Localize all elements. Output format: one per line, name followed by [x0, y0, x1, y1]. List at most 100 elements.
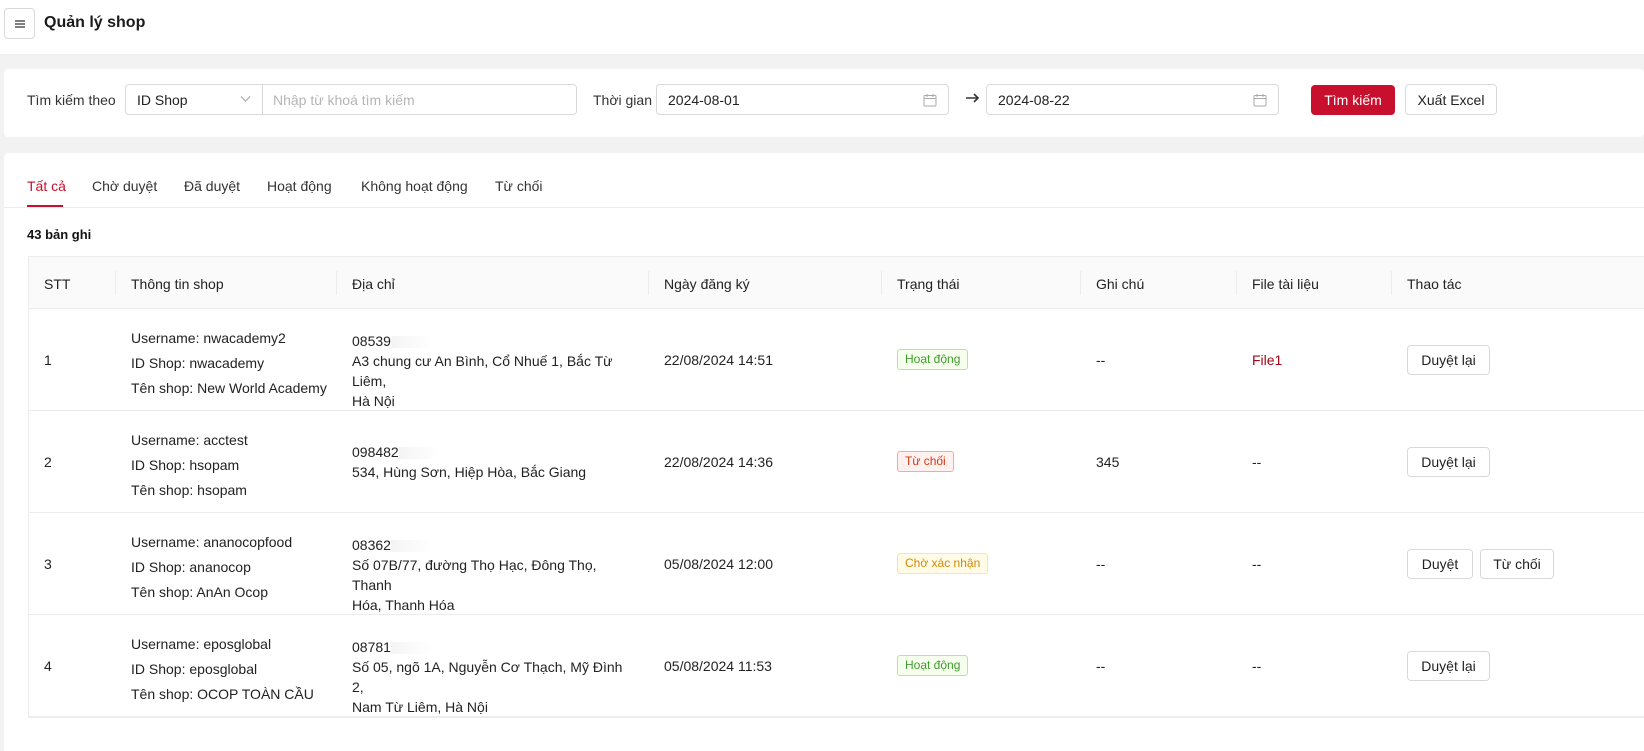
column-header: Thao tác — [1407, 276, 1462, 292]
top-bar: Quản lý shop — [0, 0, 1644, 55]
shop-username: Username: acctest — [131, 432, 248, 448]
document-file: -- — [1252, 556, 1262, 572]
shop-phone: 08362 — [352, 537, 391, 553]
tab-approved[interactable]: Đã duyệt — [184, 178, 240, 194]
redacted-phone — [398, 447, 439, 460]
shop-id: ID Shop: ananocop — [131, 559, 251, 575]
export-excel-button[interactable]: Xuất Excel — [1405, 84, 1497, 115]
tab-rejected[interactable]: Từ chối — [495, 178, 543, 194]
column-divider — [648, 271, 649, 295]
search-by-value: ID Shop — [137, 92, 188, 108]
column-divider — [881, 271, 882, 295]
row-index: 2 — [44, 454, 52, 470]
address-line: 534, Hùng Sơn, Hiệp Hòa, Bắc Giang — [352, 464, 587, 480]
row-index: 4 — [44, 658, 52, 674]
menu-icon — [14, 19, 25, 28]
table-row: 2 Username: acctest ID Shop: hsopam Tên … — [29, 411, 1644, 513]
address-line: Số 07B/77, đường Thọ Hạc, Đông Thọ, Than… — [352, 557, 597, 593]
note: -- — [1096, 658, 1106, 674]
date-from-value: 2024-08-01 — [668, 92, 740, 108]
arrow-right-icon — [966, 93, 980, 103]
date-to-picker[interactable]: 2024-08-22 — [986, 84, 1279, 115]
date-from-picker[interactable]: 2024-08-01 — [656, 84, 949, 115]
status-badge: Chờ xác nhận — [897, 553, 989, 574]
tab-active[interactable]: Hoạt động — [267, 178, 332, 194]
shop-info: Username: eposglobal ID Shop: eposglobal… — [131, 632, 314, 707]
shop-id: ID Shop: eposglobal — [131, 661, 258, 677]
status-badge: Hoạt động — [897, 655, 969, 676]
column-header: Ngày đăng ký — [664, 276, 750, 292]
column-divider — [1080, 271, 1081, 295]
shop-address: 08781 Số 05, ngõ 1A, Nguyễn Cơ Thạch, Mỹ… — [352, 637, 637, 717]
record-count: 43 bản ghi — [27, 227, 92, 242]
shop-info: Username: ananocopfood ID Shop: ananocop… — [131, 530, 292, 605]
table-row: 3 Username: ananocopfood ID Shop: ananoc… — [29, 513, 1644, 615]
search-by-select[interactable]: ID Shop — [125, 84, 263, 115]
address-line: Hà Nội — [352, 393, 395, 409]
shop-name: Tên shop: hsopam — [131, 482, 247, 498]
document-file: -- — [1252, 454, 1262, 470]
note: -- — [1096, 556, 1106, 572]
shop-info: Username: acctest ID Shop: hsopam Tên sh… — [131, 428, 248, 503]
note: -- — [1096, 352, 1106, 368]
column-header: Địa chỉ — [352, 276, 395, 292]
address-line: A3 chung cư An Bình, Cổ Nhuế 1, Bắc Từ L… — [352, 353, 613, 389]
row-index: 1 — [44, 352, 52, 368]
shop-address: 08362 Số 07B/77, đường Thọ Hạc, Đông Thọ… — [352, 535, 637, 615]
document-file: -- — [1252, 658, 1262, 674]
table-header: STT Thông tin shop Địa chỉ Ngày đăng ký … — [29, 257, 1644, 309]
status-tabs: Tất cả Chờ duyệt Đã duyệt Hoạt động Khôn… — [4, 153, 1644, 208]
redacted-phone — [390, 336, 431, 349]
shop-phone: 08539 — [352, 333, 391, 349]
document-file-link[interactable]: File1 — [1252, 350, 1282, 370]
shop-id: ID Shop: nwacademy — [131, 355, 265, 371]
status-badge: Hoạt động — [897, 349, 969, 370]
column-divider — [1391, 271, 1392, 295]
tab-pending[interactable]: Chờ duyệt — [92, 178, 157, 194]
address-line: Nam Từ Liêm, Hà Nội — [352, 699, 488, 715]
shop-username: Username: ananocopfood — [131, 534, 293, 550]
tab-inactive[interactable]: Không hoạt động — [361, 178, 468, 194]
note: 345 — [1096, 454, 1120, 470]
column-divider — [1236, 271, 1237, 295]
table-row: 4 Username: eposglobal ID Shop: eposglob… — [29, 615, 1644, 717]
column-header: Thông tin shop — [131, 276, 224, 292]
shop-address: 098482 534, Hùng Sơn, Hiệp Hòa, Bắc Gian… — [352, 442, 637, 482]
menu-toggle-button[interactable] — [4, 8, 35, 39]
shop-id: ID Shop: hsopam — [131, 457, 240, 473]
column-header: File tài liệu — [1252, 276, 1319, 292]
tab-all[interactable]: Tất cả — [27, 178, 66, 194]
shop-phone: 098482 — [352, 444, 399, 460]
row-index: 3 — [44, 556, 52, 572]
register-date: 22/08/2024 14:51 — [664, 352, 773, 368]
register-date: 05/08/2024 11:53 — [664, 658, 772, 674]
column-header: Ghi chú — [1096, 276, 1145, 292]
page-title: Quản lý shop — [44, 14, 146, 31]
shop-username: Username: eposglobal — [131, 636, 272, 652]
column-divider — [115, 271, 116, 295]
approve-button[interactable]: Duyệt — [1407, 549, 1473, 579]
chevron-down-icon — [240, 96, 251, 102]
calendar-icon — [923, 94, 937, 107]
shop-list-panel: Tất cả Chờ duyệt Đã duyệt Hoạt động Khôn… — [4, 153, 1644, 751]
search-input[interactable] — [262, 84, 577, 115]
column-divider — [336, 271, 337, 295]
active-tab-indicator — [27, 205, 63, 207]
shop-table: STT Thông tin shop Địa chỉ Ngày đăng ký … — [28, 256, 1644, 718]
filter-panel: Tìm kiếm theo ID Shop Thời gian 2024-08-… — [4, 69, 1644, 137]
reject-button[interactable]: Từ chối — [1480, 549, 1554, 579]
calendar-icon — [1253, 94, 1267, 107]
reapprove-button[interactable]: Duyệt lại — [1407, 345, 1490, 375]
address-line: Số 05, ngõ 1A, Nguyễn Cơ Thạch, Mỹ Đình … — [352, 659, 623, 695]
register-date: 22/08/2024 14:36 — [664, 454, 773, 470]
reapprove-button[interactable]: Duyệt lại — [1407, 447, 1490, 477]
shop-name: Tên shop: New World Academy — [131, 380, 327, 396]
shop-username: Username: nwacademy2 — [131, 330, 286, 346]
address-line: Hóa, Thanh Hóa — [352, 597, 455, 613]
shop-phone: 08781 — [352, 639, 391, 655]
search-by-label: Tìm kiếm theo — [27, 92, 116, 108]
redacted-phone — [390, 540, 431, 553]
reapprove-button[interactable]: Duyệt lại — [1407, 651, 1490, 681]
column-header: Trạng thái — [897, 276, 960, 292]
search-button[interactable]: Tìm kiếm — [1311, 85, 1395, 115]
